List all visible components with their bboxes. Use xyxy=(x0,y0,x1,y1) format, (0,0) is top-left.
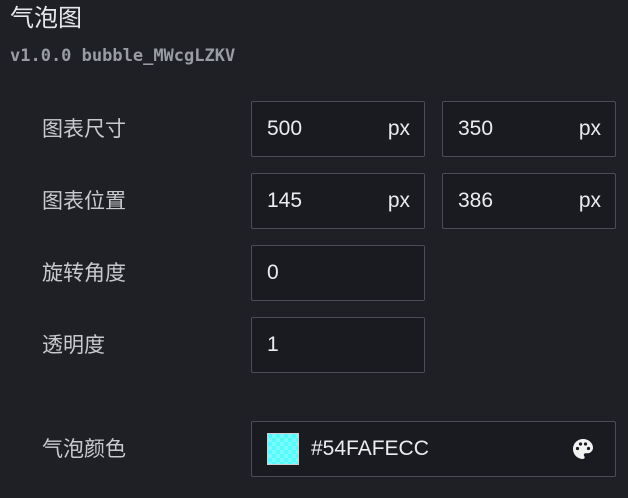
position-x-input[interactable]: 145 px xyxy=(251,173,425,229)
version-label: v1.0.0 xyxy=(10,46,72,66)
position-x-unit: px xyxy=(387,189,410,212)
size-label: 图表尺寸 xyxy=(42,117,126,141)
bubble-color-row: 气泡颜色 #54FAFECC xyxy=(0,421,628,477)
bubble-chart-properties-panel: 气泡图 v1.0.0 bubble_MWcgLZKV 图表尺寸 500 px 3… xyxy=(0,0,628,498)
opacity-input[interactable]: 1 xyxy=(251,317,425,373)
position-y-unit: px xyxy=(578,189,601,212)
color-swatch[interactable] xyxy=(267,433,299,465)
swatch-checker xyxy=(268,434,298,464)
position-x-value: 145 xyxy=(267,189,303,212)
height-input[interactable]: 350 px xyxy=(442,101,616,157)
position-y-input[interactable]: 386 px xyxy=(442,173,616,229)
rotation-label: 旋转角度 xyxy=(42,261,126,285)
rotation-input[interactable]: 0 xyxy=(251,245,425,301)
width-value: 500 xyxy=(267,117,303,140)
panel-title: 气泡图 xyxy=(10,4,82,32)
size-row: 图表尺寸 500 px 350 px xyxy=(0,101,628,157)
width-input[interactable]: 500 px xyxy=(251,101,425,157)
palette-icon[interactable] xyxy=(571,437,595,461)
width-unit: px xyxy=(387,117,410,140)
opacity-value: 1 xyxy=(267,333,279,356)
rotation-value: 0 xyxy=(267,261,279,284)
component-version-id: v1.0.0 bubble_MWcgLZKV xyxy=(10,44,235,68)
color-hex-value: #54FAFECC xyxy=(311,437,429,460)
position-label: 图表位置 xyxy=(42,189,126,213)
opacity-label: 透明度 xyxy=(42,333,105,357)
rotation-row: 旋转角度 0 xyxy=(0,245,628,301)
bubble-color-label: 气泡颜色 xyxy=(42,437,126,461)
position-row: 图表位置 145 px 386 px xyxy=(0,173,628,229)
height-value: 350 xyxy=(458,117,494,140)
bubble-color-picker[interactable]: #54FAFECC xyxy=(251,421,616,477)
component-id-label: bubble_MWcgLZKV xyxy=(81,46,236,66)
position-y-value: 386 xyxy=(458,189,494,212)
height-unit: px xyxy=(578,117,601,140)
opacity-row: 透明度 1 xyxy=(0,317,628,373)
